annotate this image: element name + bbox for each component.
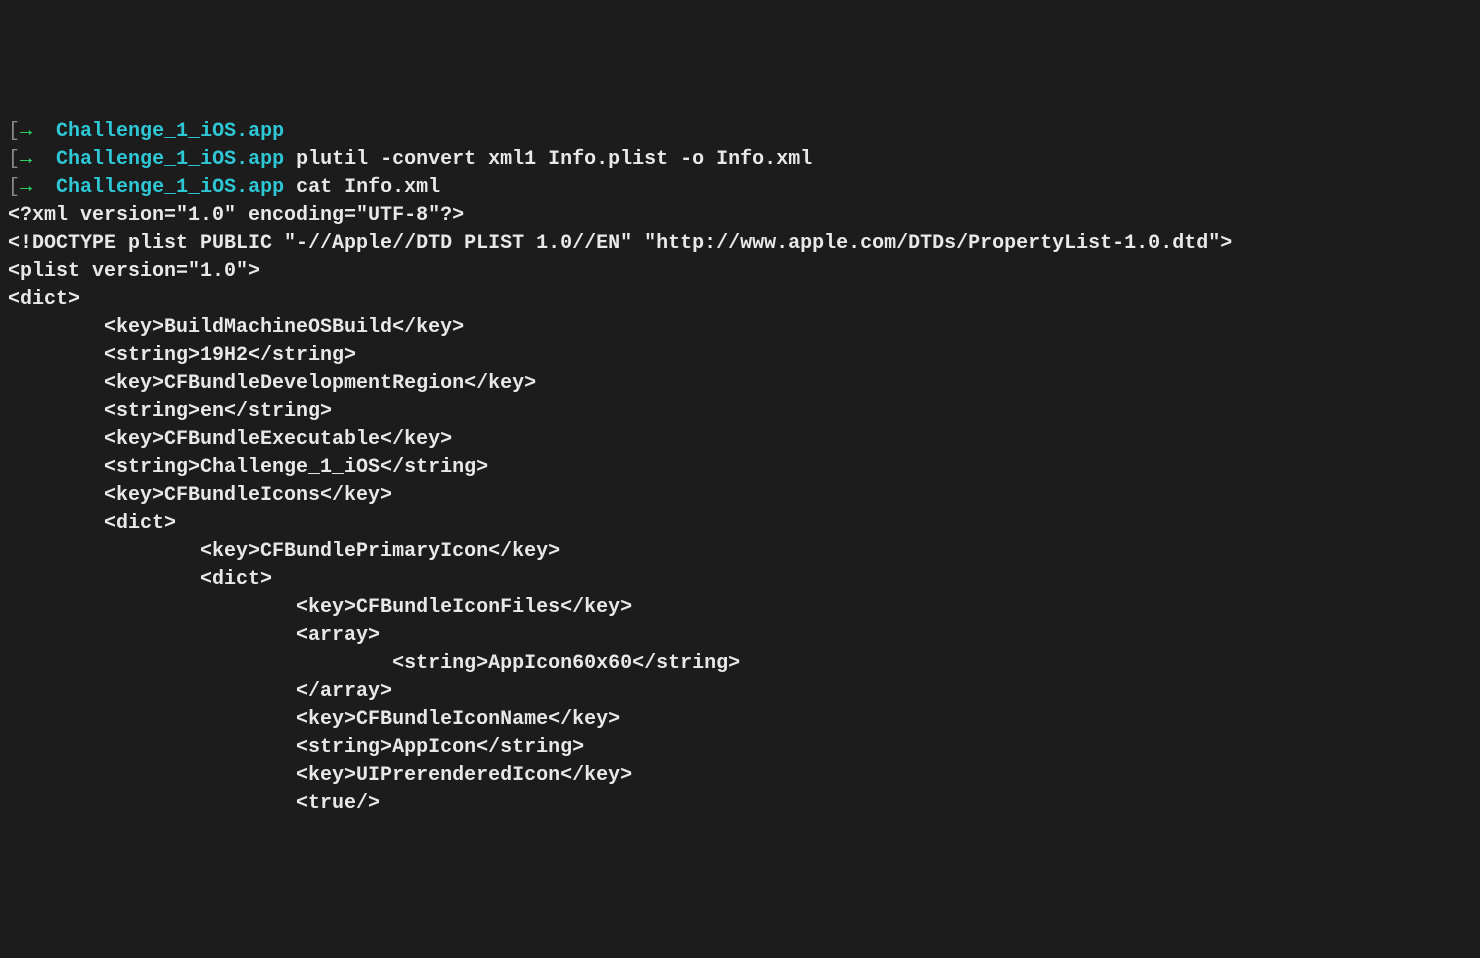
output-line: <key>BuildMachineOSBuild</key> (8, 314, 1472, 342)
prompt-line-1[interactable]: [→ Challenge_1_iOS.app plutil -convert x… (8, 146, 1472, 174)
prompt-line-2[interactable]: [→ Challenge_1_iOS.app cat Info.xml (8, 174, 1472, 202)
output-line: <dict> (8, 566, 1472, 594)
output-line: <key>CFBundleIconFiles</key> (8, 594, 1472, 622)
bracket-icon: [ (8, 176, 20, 199)
prompt-directory: Challenge_1_iOS.app (56, 148, 284, 171)
output-line: <string>Challenge_1_iOS</string> (8, 454, 1472, 482)
output-line: <key>CFBundleIcons</key> (8, 482, 1472, 510)
output-line: <key>CFBundleDevelopmentRegion</key> (8, 370, 1472, 398)
output-line: <plist version="1.0"> (8, 258, 1472, 286)
output-line: <dict> (8, 510, 1472, 538)
output-line: <array> (8, 622, 1472, 650)
output-line: <key>CFBundleExecutable</key> (8, 426, 1472, 454)
command-text[interactable]: cat Info.xml (296, 176, 440, 199)
output-line: <string>en</string> (8, 398, 1472, 426)
output-line: </array> (8, 678, 1472, 706)
prompt-directory: Challenge_1_iOS.app (56, 176, 284, 199)
prompt-line-0[interactable]: [→ Challenge_1_iOS.app (8, 118, 1472, 146)
output-line: <?xml version="1.0" encoding="UTF-8"?> (8, 202, 1472, 230)
arrow-icon: → (20, 176, 32, 199)
output-line: <!DOCTYPE plist PUBLIC "-//Apple//DTD PL… (8, 230, 1472, 258)
output-line: <key>CFBundlePrimaryIcon</key> (8, 538, 1472, 566)
output-line: <true/> (8, 790, 1472, 818)
output-line: <string>19H2</string> (8, 342, 1472, 370)
prompt-directory: Challenge_1_iOS.app (56, 120, 284, 143)
output-line: <key>UIPrerenderedIcon</key> (8, 762, 1472, 790)
output-line: <string>AppIcon60x60</string> (8, 650, 1472, 678)
arrow-icon: → (20, 148, 32, 171)
output-line: <string>AppIcon</string> (8, 734, 1472, 762)
command-text[interactable]: plutil -convert xml1 Info.plist -o Info.… (296, 148, 812, 171)
output-line: <key>CFBundleIconName</key> (8, 706, 1472, 734)
bracket-icon: [ (8, 148, 20, 171)
bracket-icon: [ (8, 120, 20, 143)
arrow-icon: → (20, 120, 32, 143)
output-line: <dict> (8, 286, 1472, 314)
terminal-window[interactable]: [→ Challenge_1_iOS.app[→ Challenge_1_iOS… (8, 118, 1472, 818)
